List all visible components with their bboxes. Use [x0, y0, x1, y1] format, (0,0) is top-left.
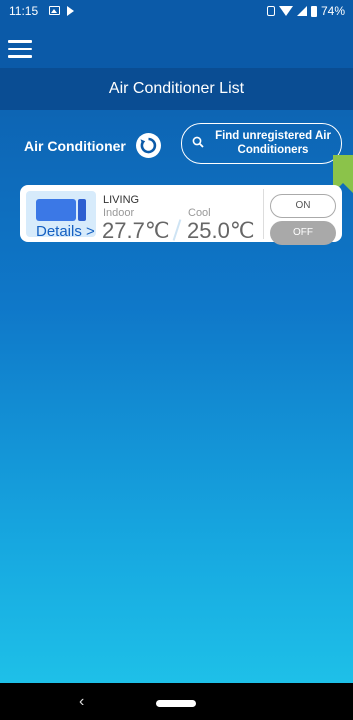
search-icon — [192, 136, 204, 148]
vibrate-icon — [266, 6, 275, 16]
find-unregistered-button[interactable]: Find unregistered Air Conditioners — [181, 123, 342, 164]
find-button-label: Find unregistered Air Conditioners — [215, 130, 331, 156]
status-time: 11:15 — [9, 4, 39, 18]
image-notification-icon — [49, 6, 60, 15]
details-link[interactable]: Details > — [36, 223, 95, 240]
refresh-button[interactable] — [136, 133, 161, 158]
section-label: Air Conditioner — [24, 138, 126, 154]
battery-icon — [310, 5, 317, 17]
battery-level: 74% — [320, 4, 345, 18]
app-bar — [0, 22, 353, 68]
air-conditioner-side-icon — [78, 199, 86, 221]
back-icon[interactable]: ‹ — [79, 693, 84, 711]
ac-unit-image[interactable]: Details > — [26, 191, 96, 240]
page-title: Air Conditioner List — [0, 68, 353, 110]
ac-unit-card: Details > LIVING Indoor Cool 27.7℃ 25.0℃… — [20, 185, 342, 245]
card-divider — [263, 189, 264, 239]
signal-icon — [296, 6, 307, 16]
status-bar: 11:15 74% — [0, 0, 353, 22]
unit-name: LIVING — [103, 194, 140, 206]
power-off-button[interactable]: OFF — [270, 221, 336, 245]
air-conditioner-icon — [36, 199, 76, 221]
home-button[interactable] — [156, 700, 196, 707]
system-nav-bar: ‹ — [0, 683, 353, 720]
temperature-divider — [172, 219, 182, 241]
hamburger-menu-icon[interactable] — [8, 40, 32, 58]
power-on-button[interactable]: ON — [270, 194, 336, 218]
app-screen: 11:15 74% Air Conditioner List Air Condi… — [0, 0, 353, 683]
indoor-temperature: 27.7℃ — [102, 218, 170, 243]
status-indicators: 74% — [266, 4, 345, 18]
play-notification-icon — [67, 6, 74, 16]
refresh-icon — [140, 137, 157, 154]
set-temperature: 25.0℃ — [187, 218, 255, 243]
wifi-icon — [278, 6, 293, 16]
